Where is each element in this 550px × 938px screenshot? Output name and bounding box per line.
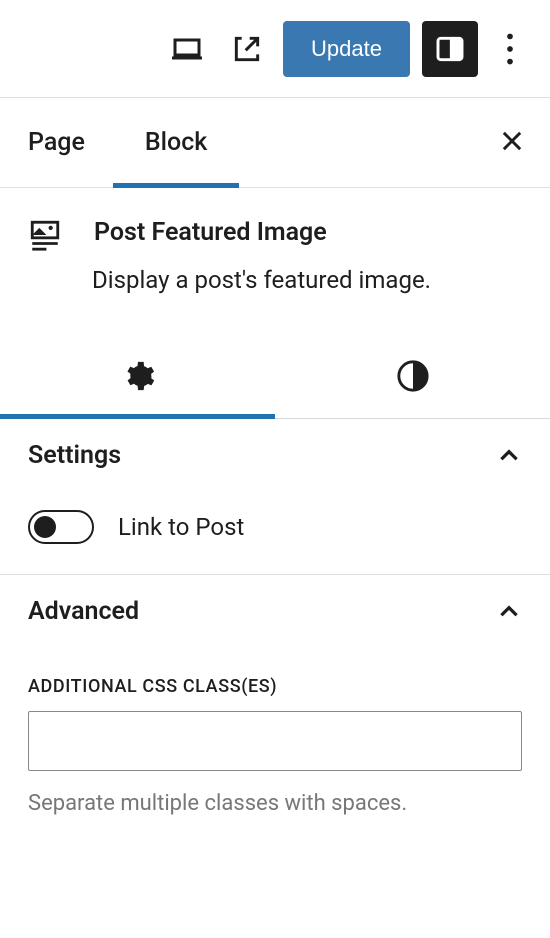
chevron-up-icon	[496, 443, 522, 469]
inspector-tabs: Page Block	[0, 98, 550, 188]
advanced-panel-header[interactable]: Advanced	[0, 575, 550, 648]
advanced-panel: Advanced ADDITIONAL CSS CLASS(ES) Separa…	[0, 575, 550, 846]
external-link-icon	[231, 33, 263, 65]
block-card: Post Featured Image Display a post's fea…	[0, 188, 550, 334]
laptop-icon	[169, 31, 205, 67]
chevron-up-icon	[496, 599, 522, 625]
css-classes-input[interactable]	[28, 711, 522, 771]
more-options-button[interactable]	[490, 25, 530, 73]
editor-toolbar: Update	[0, 0, 550, 98]
featured-image-icon	[28, 218, 62, 252]
device-preview-button[interactable]	[163, 25, 211, 73]
sidebar-icon	[434, 33, 466, 65]
block-title: Post Featured Image	[94, 218, 327, 247]
subtab-styles[interactable]	[275, 334, 550, 418]
toggle-knob	[34, 516, 56, 538]
css-classes-label: ADDITIONAL CSS CLASS(ES)	[28, 676, 522, 697]
advanced-panel-title: Advanced	[28, 597, 139, 626]
tab-block[interactable]: Block	[145, 98, 207, 187]
block-description: Display a post's featured image.	[92, 266, 522, 294]
css-classes-help: Separate multiple classes with spaces.	[28, 791, 522, 816]
inspector-subtabs	[0, 334, 550, 419]
gear-icon	[121, 359, 155, 393]
close-icon	[498, 127, 526, 155]
kebab-icon	[506, 33, 514, 65]
link-to-post-label: Link to Post	[118, 513, 244, 541]
subtab-settings[interactable]	[0, 334, 275, 418]
close-inspector-button[interactable]	[498, 127, 526, 159]
view-post-button[interactable]	[223, 25, 271, 73]
settings-panel-header[interactable]: Settings	[0, 419, 550, 492]
update-button[interactable]: Update	[283, 21, 410, 77]
settings-panel-title: Settings	[28, 441, 121, 470]
settings-panel: Settings Link to Post	[0, 419, 550, 575]
tab-page[interactable]: Page	[28, 98, 85, 187]
sidebar-toggle-button[interactable]	[422, 21, 478, 77]
link-to-post-toggle[interactable]	[28, 510, 94, 544]
contrast-icon	[396, 359, 430, 393]
link-to-post-row: Link to Post	[28, 492, 522, 544]
